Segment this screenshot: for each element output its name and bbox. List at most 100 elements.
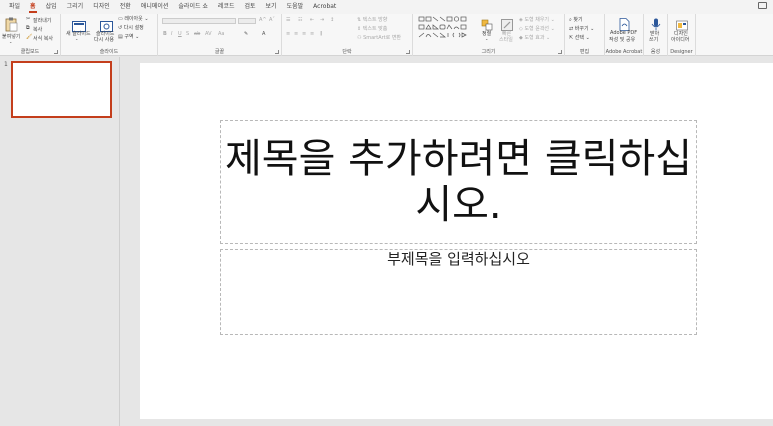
title-placeholder[interactable]: 제목을 추가하려면 클릭하십시오. (220, 120, 697, 244)
smartart-button[interactable]: ⚇ SmartArt로 변환 (357, 34, 401, 41)
text-direction-button[interactable]: ⇅ 텍스트 방향 (357, 16, 387, 23)
bullets-icon[interactable]: ☰ (286, 17, 290, 23)
slide[interactable]: 제목을 추가하려면 클릭하십시오. 부제목을 입력하십시오 (140, 63, 773, 419)
tab-1[interactable]: 홈 (25, 0, 41, 14)
cut-icon[interactable]: ✂ (26, 16, 30, 22)
align-right-icon[interactable]: ≡ (302, 31, 306, 37)
font-shrink-icon[interactable]: Aˇ (269, 17, 275, 23)
title-placeholder-text: 제목을 추가하려면 클릭하십시오. (224, 136, 693, 228)
tab-5[interactable]: 전환 (115, 0, 136, 14)
designer-group: 디자인 아이디어 Designer (668, 14, 696, 56)
font-grow-icon[interactable]: A^ (259, 17, 267, 23)
align-center-icon[interactable]: ≡ (294, 31, 298, 37)
quick-styles-label-2[interactable]: 스타일 (499, 36, 513, 43)
underline-icon[interactable]: U (178, 31, 182, 37)
clipboard-group: 붙여넣기 ⌄ ✂ 잘라내기 ⧉ 복사 🖌 서식 복사 클립보드 (0, 14, 61, 56)
slide-canvas: 제목을 추가하려면 클릭하십시오. 부제목을 입력하십시오 (121, 57, 773, 426)
designer-group-label: Designer (670, 49, 693, 55)
tab-7[interactable]: 슬라이드 쇼 (173, 0, 213, 14)
copy-button-label[interactable]: 복사 (33, 26, 42, 33)
line-spacing-icon[interactable]: ↕ (330, 17, 334, 23)
design-ideas-icon[interactable] (676, 16, 688, 31)
tab-9[interactable]: 검토 (239, 0, 260, 14)
format-painter-icon[interactable]: 🖌 (26, 34, 32, 40)
format-painter-label[interactable]: 서식 복사 (33, 35, 53, 42)
chevron-down-icon[interactable]: ⌄ (9, 39, 12, 44)
font-group-label: 글꼴 (214, 49, 225, 55)
layout-button[interactable]: ▭ 레이아웃 ⌄ (118, 15, 149, 22)
char-spacing-icon[interactable]: AV (205, 31, 212, 37)
justify-icon[interactable]: ≡ (310, 31, 314, 37)
tab-4[interactable]: 디자인 (88, 0, 115, 14)
increase-indent-icon[interactable]: ⇥ (320, 17, 324, 23)
acrobat-group: Adobe PDF 작성 및 공유 Adobe Acrobat (605, 14, 644, 56)
comments-icon[interactable] (758, 2, 767, 9)
chevron-down-icon[interactable]: ⌄ (485, 36, 488, 41)
tab-0[interactable]: 파일 (4, 0, 25, 14)
change-case-icon[interactable]: Aa (218, 31, 224, 37)
dictate-label-2[interactable]: 쓰기 (649, 36, 658, 43)
tab-3[interactable]: 그리기 (62, 0, 89, 14)
thumbnail-number: 1 (4, 61, 8, 68)
quick-styles-icon[interactable] (501, 16, 513, 31)
new-slide-icon[interactable] (72, 17, 86, 32)
paragraph-group-label: 단락 (342, 49, 352, 55)
align-text-button[interactable]: ⇕ 텍스트 맞춤 (357, 25, 387, 32)
select-button[interactable]: ⇱ 선택 ⌄ (569, 34, 590, 41)
voice-group-label: 음성 (650, 49, 661, 55)
microphone-icon[interactable] (651, 16, 661, 31)
clipboard-group-label: 클립보드 (20, 49, 40, 55)
replace-button[interactable]: ⇄ 바꾸기 ⌄ (569, 25, 594, 32)
pdf-share-icon[interactable] (619, 16, 630, 31)
slides-group-label: 슬라이드 (99, 49, 119, 55)
reuse-slides-icon[interactable] (100, 17, 113, 32)
paragraph-launcher-icon[interactable] (406, 50, 410, 54)
shape-outline-button[interactable]: ◇ 도형 윤곽선 ⌄ (519, 25, 555, 32)
paste-icon[interactable] (5, 17, 18, 32)
powerpoint-window: 파일 홈 삽입 그리기 디자인 전환 애니메이션 슬라이드 쇼 레코드 검토 보기 도움말 Acroba… (0, 0, 773, 426)
columns-icon[interactable]: ⫼ (320, 31, 322, 37)
highlight-icon[interactable]: ✎ (244, 31, 248, 37)
tab-11[interactable]: 도움말 (282, 0, 309, 14)
drawing-group-label: 그리기 (481, 49, 496, 55)
tab-2[interactable]: 삽입 (41, 0, 62, 14)
cut-button-label[interactable]: 잘라내기 (33, 17, 51, 24)
bold-icon[interactable]: B (163, 31, 167, 37)
decrease-indent-icon[interactable]: ⇤ (310, 17, 314, 23)
tab-6[interactable]: 애니메이션 (136, 0, 174, 14)
strikethrough-icon[interactable]: ab (194, 31, 200, 37)
voice-group: 받아 쓰기 음성 (644, 14, 668, 56)
paragraph-group: ☰ ☷ ⇤ ⇥ ↕ ≡ ≡ ≡ ≡ ⫼ ⇅ 텍스트 방향 ⇕ 텍스트 맞춤 ⚇ … (282, 14, 413, 56)
numbering-icon[interactable]: ☷ (298, 17, 302, 23)
chevron-down-icon[interactable]: ⌄ (75, 36, 78, 41)
reset-button[interactable]: ↺ 다시 설정 (118, 24, 144, 31)
clipboard-launcher-icon[interactable] (54, 50, 58, 54)
font-size-dropdown[interactable] (238, 18, 256, 24)
font-group: A^ Aˇ B I U S ab AV Aa ✎ A 글꼴 (158, 14, 282, 56)
shape-fill-button[interactable]: ◈ 도형 채우기 ⌄ (519, 16, 555, 23)
designer-btn-label-2[interactable]: 아이디어 (671, 36, 689, 43)
font-name-dropdown[interactable] (162, 18, 236, 24)
drawing-launcher-icon[interactable] (558, 50, 562, 54)
font-launcher-icon[interactable] (275, 50, 279, 54)
align-left-icon[interactable]: ≡ (286, 31, 290, 37)
font-color-icon[interactable]: A (262, 31, 265, 37)
drawing-group: 정렬 ⌄ 빠른 스타일 ◈ 도형 채우기 ⌄ ◇ 도형 윤곽선 ⌄ ◆ 도형 효… (413, 14, 565, 56)
copy-icon[interactable]: ⧉ (26, 25, 30, 31)
reuse-slides-label-2[interactable]: 다시 사용 (94, 36, 114, 43)
shapes-gallery[interactable] (418, 16, 474, 40)
subtitle-placeholder[interactable]: 부제목을 입력하십시오 (220, 249, 697, 335)
tab-10[interactable]: 보기 (261, 0, 282, 14)
section-button[interactable]: ▤ 구역 ⌄ (118, 33, 139, 40)
slide-thumbnail[interactable] (11, 61, 112, 118)
tab-12[interactable]: Acrobat (308, 0, 341, 14)
tab-8[interactable]: 레코드 (213, 0, 240, 14)
arrange-icon[interactable] (481, 16, 493, 31)
shadow-icon[interactable]: S (186, 31, 189, 37)
shape-effects-button[interactable]: ◆ 도형 효과 ⌄ (519, 34, 550, 41)
find-button[interactable]: ⌕ 찾기 (569, 16, 583, 23)
editing-group-label: 편집 (579, 49, 590, 55)
acrobat-btn-label-2[interactable]: 작성 및 공유 (609, 36, 635, 43)
italic-icon[interactable]: I (171, 31, 172, 37)
slide-thumbnail-pane: 1 (0, 57, 120, 426)
